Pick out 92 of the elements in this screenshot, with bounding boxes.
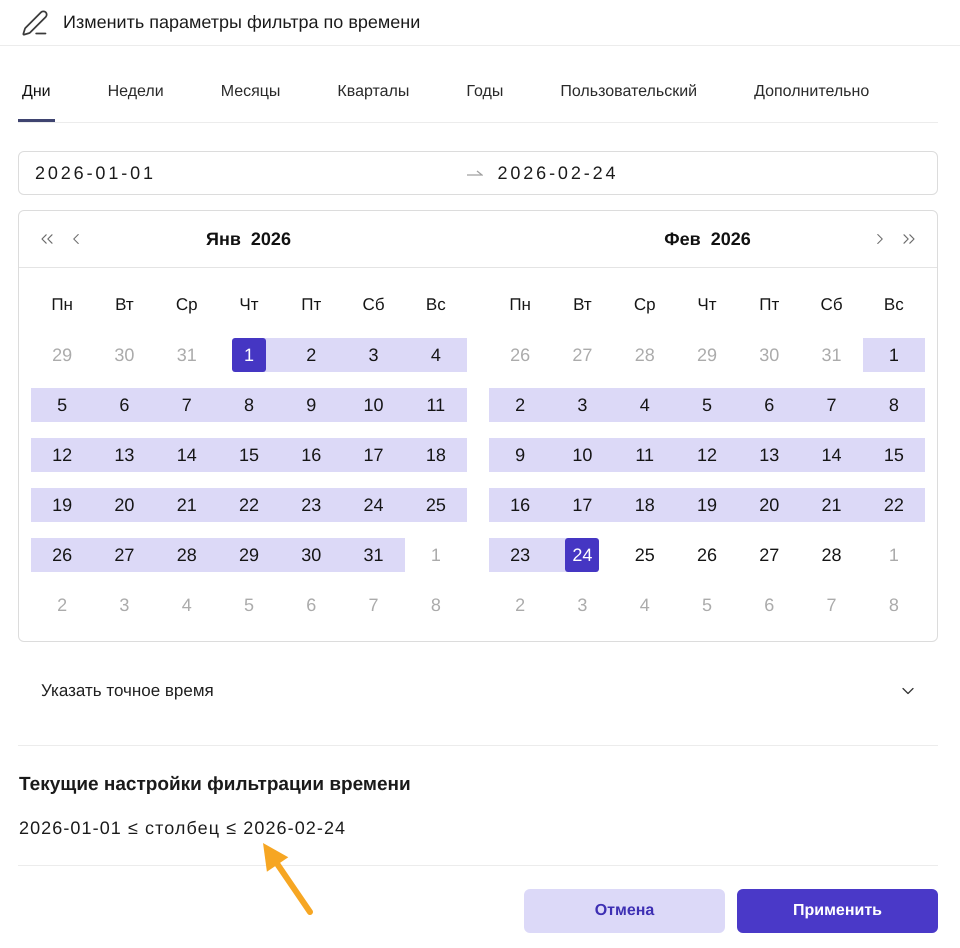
- section-title: Текущие настройки фильтрации времени: [18, 773, 412, 797]
- calendar-day[interactable]: 16: [294, 438, 328, 472]
- calendar-day[interactable]: 27: [752, 538, 786, 572]
- calendar-day[interactable]: 20: [107, 488, 142, 522]
- calendar-day[interactable]: 1: [232, 338, 266, 372]
- calendar-day[interactable]: 21: [170, 488, 204, 522]
- calendar-day[interactable]: 13: [107, 438, 142, 472]
- weekday-label: Вт: [115, 294, 134, 316]
- period-tab[interactable]: Годы: [462, 81, 508, 122]
- period-tab[interactable]: Дополнительно: [750, 81, 874, 122]
- calendar-day[interactable]: 14: [814, 438, 849, 472]
- weekday-label: Сб: [362, 294, 385, 316]
- period-tab[interactable]: Дни: [18, 81, 55, 122]
- calendar-day[interactable]: 12: [690, 438, 724, 472]
- calendar-day[interactable]: 4: [628, 388, 662, 422]
- period-tab[interactable]: Месяцы: [216, 81, 284, 122]
- weekday-label: Сб: [820, 294, 843, 316]
- apply-button[interactable]: Применить: [737, 889, 938, 933]
- month-title[interactable]: Янв 2026: [206, 226, 291, 252]
- calendar-day[interactable]: 23: [294, 488, 328, 522]
- calendar-day[interactable]: 23: [503, 538, 538, 572]
- weekday-label: Пт: [759, 294, 780, 316]
- end-date-input[interactable]: 2026-02-24: [498, 160, 921, 186]
- calendar-day[interactable]: 30: [294, 538, 328, 572]
- weekday-label: Чт: [239, 294, 259, 316]
- calendar-day[interactable]: 4: [418, 338, 453, 372]
- calendar-day[interactable]: 15: [876, 438, 911, 472]
- calendar-day[interactable]: 24: [356, 488, 391, 522]
- calendar-day[interactable]: 19: [45, 488, 80, 522]
- calendar-day[interactable]: 27: [107, 538, 142, 572]
- calendar-day[interactable]: 6: [752, 388, 786, 422]
- weekday-label: Пн: [509, 294, 531, 316]
- weekday-label: Вс: [884, 294, 904, 316]
- calendar-day[interactable]: 18: [418, 438, 453, 472]
- weekday-label: Пн: [51, 294, 73, 316]
- weekday-label: Чт: [697, 294, 717, 316]
- calendar-day[interactable]: 1: [876, 338, 911, 372]
- cancel-button[interactable]: Отмена: [524, 889, 725, 933]
- weekday-label: Вт: [573, 294, 592, 316]
- dialog-title: Изменить параметры фильтра по времени: [63, 11, 420, 34]
- weekday-label: Ср: [176, 294, 198, 316]
- calendar-day[interactable]: 11: [628, 438, 662, 472]
- calendar-day[interactable]: 7: [814, 388, 849, 422]
- calendar-day[interactable]: 7: [170, 388, 204, 422]
- calendar-day[interactable]: 9: [294, 388, 328, 422]
- pencil-icon: [21, 8, 49, 36]
- calendar-day[interactable]: 26: [45, 538, 80, 572]
- calendar-day[interactable]: 15: [232, 438, 266, 472]
- calendar-day[interactable]: 16: [503, 488, 538, 522]
- calendar-day[interactable]: 29: [232, 538, 266, 572]
- period-tab[interactable]: Кварталы: [333, 81, 414, 122]
- calendar-day[interactable]: 26: [690, 538, 724, 572]
- period-tab[interactable]: Недели: [104, 81, 168, 122]
- weekday-label: Пт: [301, 294, 322, 316]
- weekday-label: Вс: [426, 294, 446, 316]
- calendar-day[interactable]: 3: [356, 338, 391, 372]
- month-title[interactable]: Фев 2026: [664, 226, 751, 252]
- calendar-day[interactable]: 10: [565, 438, 600, 472]
- calendar-day[interactable]: 12: [45, 438, 80, 472]
- date-range-picker[interactable]: 2026-01-01 2026-02-24: [18, 151, 938, 195]
- calendar-day[interactable]: 5: [690, 388, 724, 422]
- calendar-day[interactable]: 19: [690, 488, 724, 522]
- calendar-day[interactable]: 21: [814, 488, 849, 522]
- calendar-day[interactable]: 28: [170, 538, 204, 572]
- calendar-day[interactable]: 25: [418, 488, 453, 522]
- calendar-day[interactable]: 22: [232, 488, 266, 522]
- calendar-day[interactable]: 22: [876, 488, 911, 522]
- weekday-label: Ср: [634, 294, 656, 316]
- calendar-day[interactable]: 14: [170, 438, 204, 472]
- exact-time-toggle[interactable]: Указать точное время: [18, 642, 938, 746]
- calendar-day[interactable]: 11: [418, 388, 453, 422]
- calendar-day[interactable]: 5: [45, 388, 80, 422]
- calendar-day[interactable]: 2: [294, 338, 328, 372]
- calendar-day[interactable]: 10: [356, 388, 391, 422]
- calendar-day[interactable]: 6: [107, 388, 142, 422]
- calendar-day[interactable]: 8: [232, 388, 266, 422]
- calendar-day[interactable]: 3: [565, 388, 600, 422]
- calendar-day[interactable]: 18: [628, 488, 662, 522]
- calendar-day[interactable]: 31: [356, 538, 391, 572]
- period-tab[interactable]: Пользовательский: [556, 81, 702, 122]
- filter-summary: 2026-01-01 ≤ столбец ≤ 2026-02-24: [18, 817, 348, 840]
- calendar-day[interactable]: 17: [565, 488, 600, 522]
- start-date-input[interactable]: 2026-01-01: [35, 160, 458, 186]
- calendar-day[interactable]: 20: [752, 488, 786, 522]
- calendar-day[interactable]: 17: [356, 438, 391, 472]
- calendar-day[interactable]: 9: [503, 438, 538, 472]
- calendar-day[interactable]: 2: [503, 388, 538, 422]
- calendar-day[interactable]: 25: [628, 538, 662, 572]
- calendar-day[interactable]: 24: [565, 538, 600, 572]
- calendar-day[interactable]: 8: [876, 388, 911, 422]
- calendar-day[interactable]: 28: [814, 538, 849, 572]
- calendar-day[interactable]: 13: [752, 438, 786, 472]
